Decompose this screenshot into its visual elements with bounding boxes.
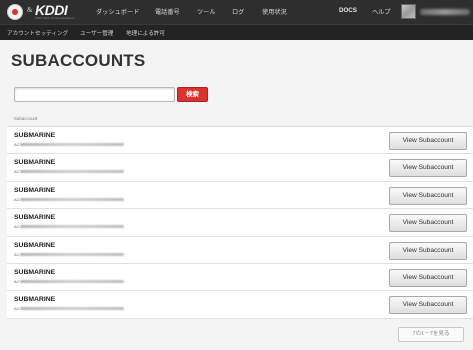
- subaccount-name[interactable]: SUBMARINE: [14, 296, 55, 303]
- nav-item-tools[interactable]: ツール: [197, 7, 216, 16]
- subaccount-name[interactable]: SUBMARINE: [14, 214, 55, 221]
- subaccount-name[interactable]: SUBMARINE: [14, 269, 55, 276]
- table-row: SUBMARINE AC View Subaccount: [7, 127, 473, 155]
- nav-item-logs[interactable]: ログ: [232, 7, 244, 16]
- subaccount-list: SUBMARINE AC View Subaccount SUBMARINE A…: [7, 127, 473, 319]
- view-subaccount-button[interactable]: View Subaccount: [389, 132, 467, 150]
- table-row: SUBMARINE AC View Subaccount: [7, 209, 473, 237]
- subaccount-name[interactable]: SUBMARINE: [14, 159, 55, 166]
- subaccount-sid-redacted: [20, 197, 124, 201]
- logo-ampersand: &: [27, 6, 33, 14]
- subaccount-sid-redacted: [20, 279, 124, 283]
- table-row: SUBMARINE AC View Subaccount: [7, 181, 473, 210]
- subaccount-sid-prefix: AC: [14, 224, 20, 230]
- subaccount-sid-redacted: [20, 252, 124, 256]
- page-title: SUBACCOUNTS: [11, 51, 146, 70]
- subnav-item-account-settings[interactable]: アカウントセッティング: [7, 29, 68, 37]
- logo-subtitle: KDDI Web Communications: [35, 16, 75, 20]
- view-subaccount-button[interactable]: View Subaccount: [389, 159, 467, 178]
- table-row: SUBMARINE AC View Subaccount: [7, 236, 473, 264]
- table-row: SUBMARINE AC View Subaccount: [7, 263, 473, 292]
- table-row: SUBMARINE AC View Subaccount: [7, 154, 473, 182]
- nav-item-usage[interactable]: 使用状況: [262, 7, 287, 16]
- subaccount-sid-redacted: [20, 143, 124, 146]
- subaccount-sid-prefix: AC: [14, 251, 20, 257]
- subaccount-name[interactable]: SUBMARINE: [14, 187, 55, 194]
- view-subaccount-button[interactable]: View Subaccount: [389, 241, 467, 260]
- pagination-status[interactable]: 7の1－7を見る: [398, 327, 464, 342]
- subaccount-sid-prefix: AC: [14, 278, 20, 284]
- search-button[interactable]: 検索: [177, 87, 208, 102]
- column-header-subaccount: Subaccount: [14, 116, 38, 121]
- nav-item-dashboard[interactable]: ダッシュボード: [96, 7, 139, 16]
- nav-item-help[interactable]: ヘルプ: [372, 7, 391, 16]
- table-row: SUBMARINE AC View Subaccount: [7, 291, 473, 319]
- view-subaccount-button[interactable]: View Subaccount: [389, 186, 467, 205]
- subaccount-sid-redacted: [20, 170, 124, 174]
- view-subaccount-button[interactable]: View Subaccount: [389, 268, 467, 287]
- subaccount-sid-prefix: AC: [14, 169, 20, 175]
- account-menu[interactable]: [420, 9, 470, 15]
- view-subaccount-button[interactable]: View Subaccount: [389, 296, 467, 315]
- logo-emblem-icon[interactable]: [7, 4, 23, 20]
- sub-navigation-bar: アカウントセッティング ユーザー管理 地理による許可: [0, 24, 473, 40]
- search-input[interactable]: [14, 87, 175, 102]
- logo-emblem-dot: [12, 9, 18, 15]
- subaccount-sid-prefix: AC: [14, 306, 20, 312]
- view-subaccount-button[interactable]: View Subaccount: [389, 214, 467, 233]
- subaccount-sid-redacted: [20, 307, 124, 311]
- subnav-item-user-management[interactable]: ユーザー管理: [80, 29, 113, 37]
- avatar[interactable]: [401, 4, 416, 19]
- top-navigation-bar: & KDDI KDDI Web Communications ダッシュボード 電…: [0, 0, 473, 24]
- nav-item-phone-numbers[interactable]: 電話番号: [155, 7, 180, 16]
- subaccount-sid-prefix: AC: [14, 196, 20, 202]
- subnav-item-geo-permissions[interactable]: 地理による許可: [126, 29, 165, 37]
- nav-item-docs[interactable]: DOCS: [339, 7, 357, 14]
- subaccount-name[interactable]: SUBMARINE: [14, 132, 55, 139]
- subaccount-sid-prefix: AC: [14, 142, 20, 147]
- subaccount-name[interactable]: SUBMARINE: [14, 242, 55, 249]
- subaccount-sid-redacted: [20, 225, 124, 229]
